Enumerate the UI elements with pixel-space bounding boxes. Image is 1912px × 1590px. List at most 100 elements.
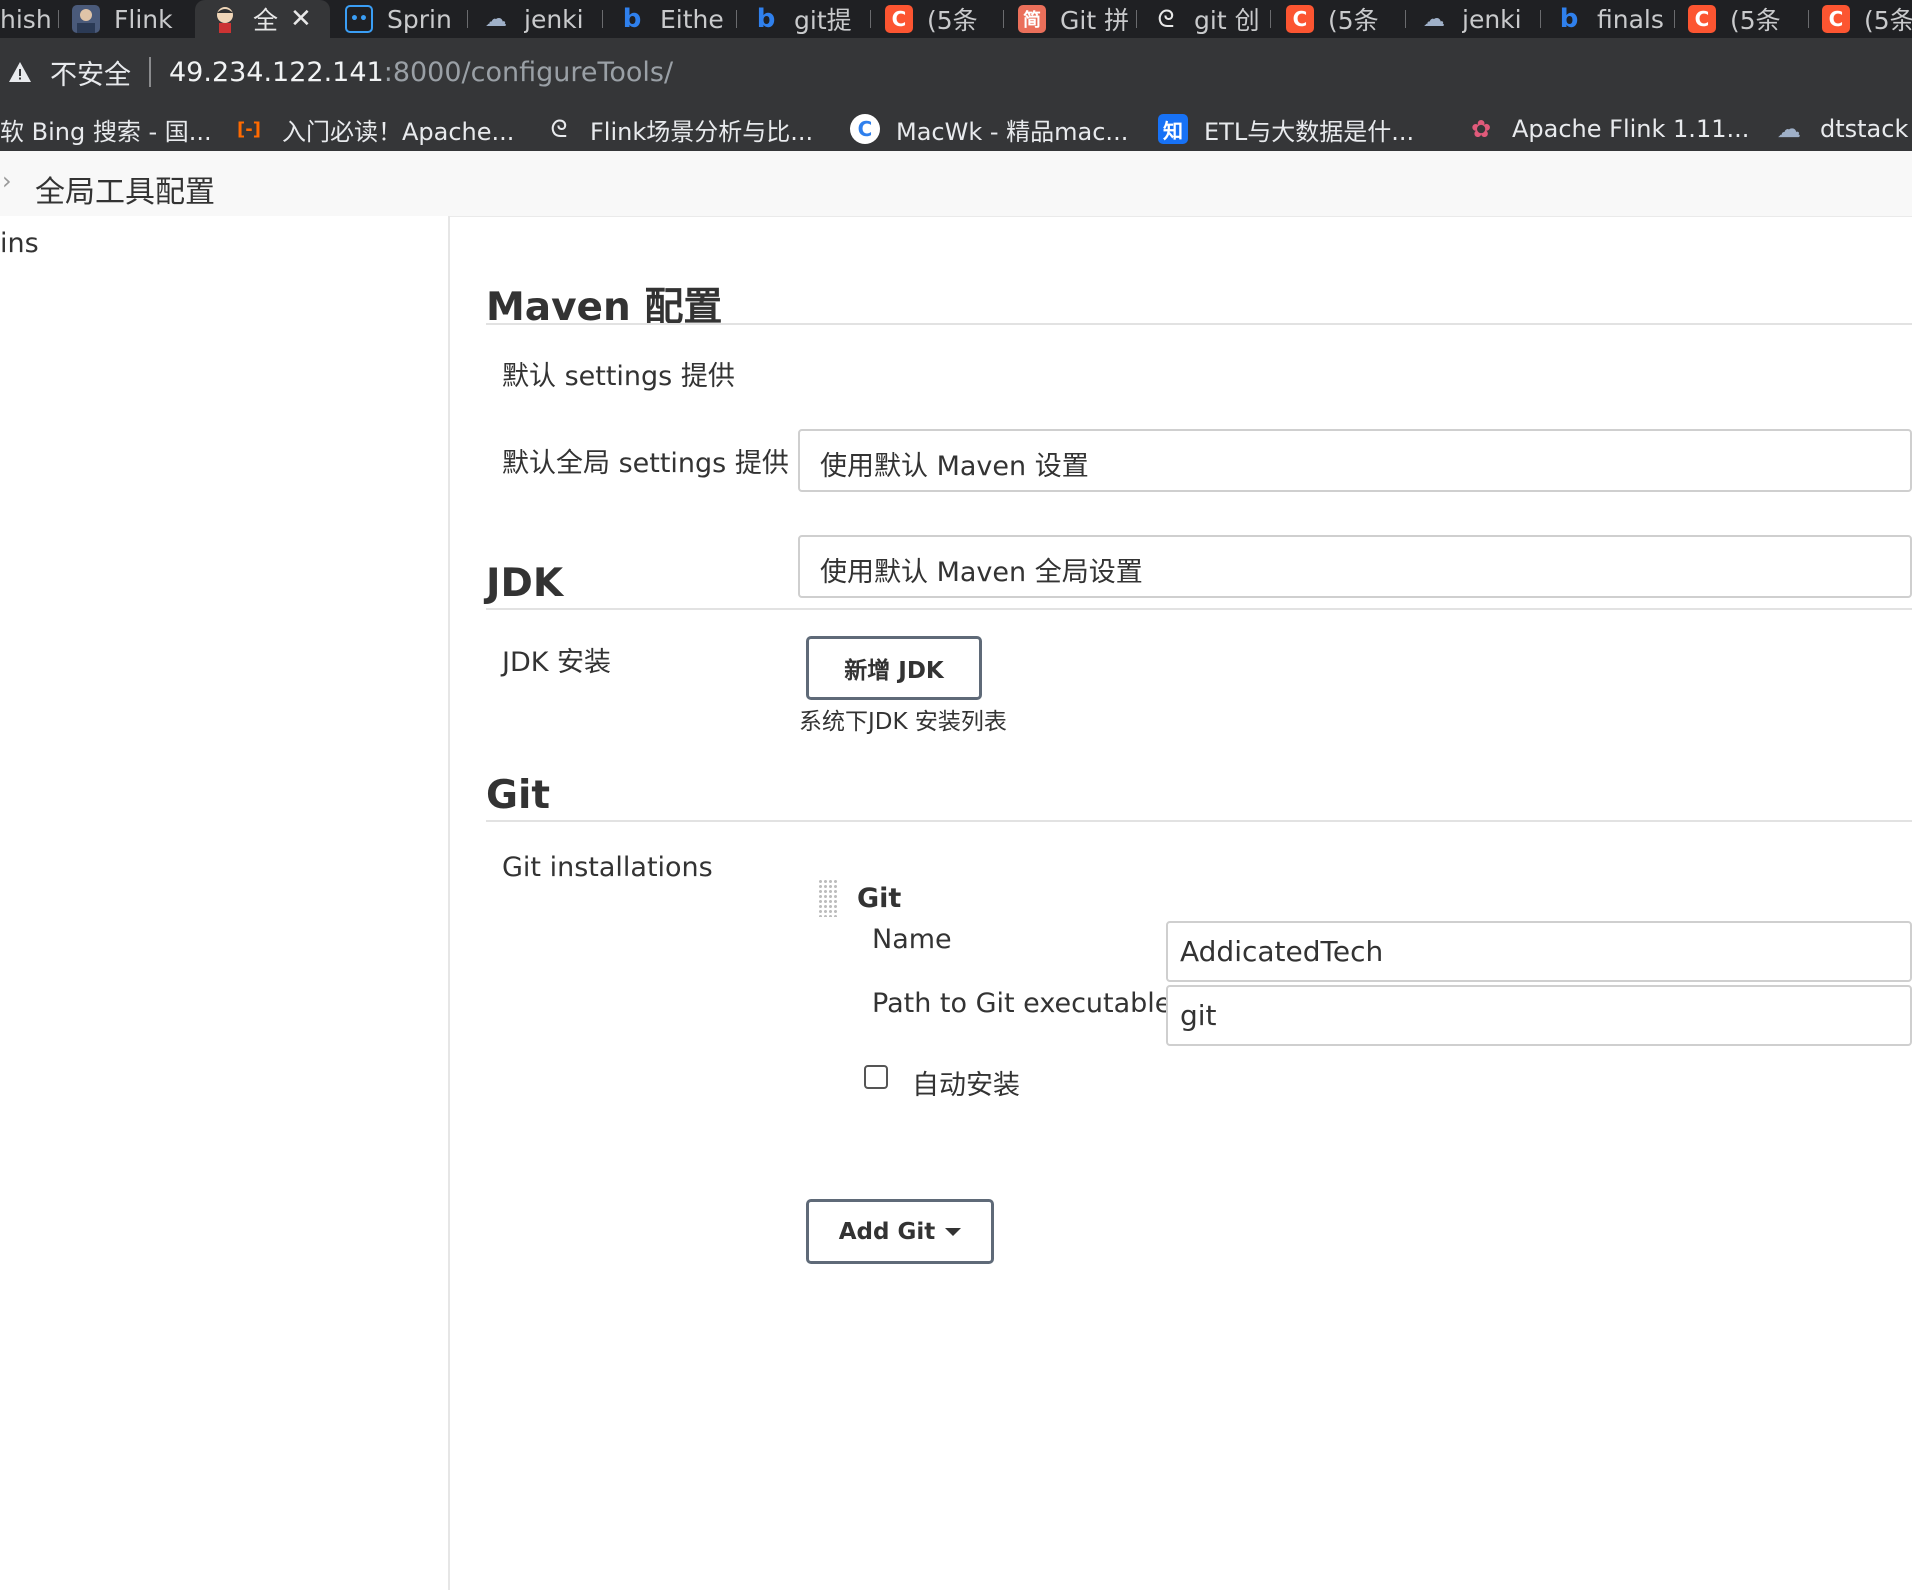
- maven-global-settings-value: 使用默认 Maven 全局设置: [820, 557, 1143, 588]
- tab-separator: [1405, 10, 1406, 28]
- git-name-input[interactable]: [1166, 921, 1912, 982]
- url-path[interactable]: :8000/configureTools/: [384, 57, 673, 88]
- maven-global-settings-select-box[interactable]: 使用默认 Maven 全局设置: [798, 535, 1912, 598]
- bookmark-label: dtstack: [1820, 115, 1909, 143]
- section-divider: [486, 323, 1912, 325]
- drag-handle-icon[interactable]: [818, 879, 838, 917]
- bookmark-bing[interactable]: 软 Bing 搜索 - 国...: [0, 108, 212, 150]
- browser-tab[interactable]: C (5条: [1822, 0, 1912, 38]
- browser-tab[interactable]: C (5条: [1286, 0, 1396, 38]
- auto-install-label[interactable]: 自动安装: [912, 1063, 1020, 1102]
- git-name-label: Name: [872, 924, 952, 955]
- tab-title: jenki: [1462, 4, 1522, 34]
- section-divider: [486, 608, 1912, 610]
- macwk-icon: C: [850, 114, 880, 144]
- tab-title: jenki: [524, 4, 584, 34]
- add-git-button[interactable]: Add Git: [806, 1199, 994, 1264]
- browser-tab-active[interactable]: 全 ✕: [195, 0, 330, 38]
- cloud-icon: ☁: [1777, 115, 1801, 143]
- browser-tab[interactable]: C (5条: [885, 0, 995, 38]
- cloud-icon: ☁: [1423, 6, 1445, 32]
- bookmark-label: 软 Bing 搜索 - 国...: [0, 117, 212, 146]
- browser-tab[interactable]: Flink: [72, 0, 182, 38]
- tab-title: Sprin: [387, 4, 452, 34]
- browser-tab[interactable]: b git提: [752, 0, 862, 38]
- maven-global-settings-label: 默认全局 settings 提供: [502, 448, 789, 479]
- flink-icon: ᘓ: [1157, 5, 1175, 33]
- tab-title: (5条: [927, 6, 978, 35]
- browser-tab[interactable]: •• Sprin: [345, 0, 455, 38]
- csdn-icon: C: [885, 5, 913, 33]
- bilibili-icon: ••: [345, 5, 373, 33]
- bookmark-dtstack[interactable]: ☁ dtstack: [1774, 108, 1908, 150]
- tab-separator: [1136, 10, 1137, 28]
- tab-title: (5条: [1864, 6, 1912, 35]
- browser-tab[interactable]: b Eithe: [618, 0, 728, 38]
- jianshu-icon: 简: [1018, 5, 1046, 33]
- git-path-input[interactable]: [1166, 985, 1912, 1046]
- tab-title: (5条: [1730, 6, 1781, 35]
- git-section-title: Git: [486, 773, 551, 818]
- auto-install-checkbox[interactable]: [864, 1065, 888, 1089]
- bookmark-flink-scenario[interactable]: ᘓ Flink场景分析与比...: [544, 108, 814, 150]
- tab-separator: [1540, 10, 1541, 28]
- section-divider: [486, 820, 1912, 822]
- browser-tab[interactable]: ᘓ git 创: [1152, 0, 1262, 38]
- browser-tab[interactable]: hish: [0, 0, 50, 38]
- warning-icon[interactable]: [8, 60, 32, 84]
- browser-tab[interactable]: 简 Git 拼: [1018, 0, 1128, 38]
- browser-tab[interactable]: ☁ jenki: [482, 0, 592, 38]
- tab-separator: [58, 10, 59, 28]
- tab-separator: [1808, 10, 1809, 28]
- add-jdk-button[interactable]: 新增 JDK: [806, 636, 982, 700]
- tab-title: git提: [794, 6, 852, 35]
- bing-icon: b: [1559, 4, 1579, 34]
- tab-separator: [1003, 10, 1004, 28]
- bookmark-label: MacWk - 精品mac...: [896, 117, 1129, 146]
- maven-settings-label: 默认 settings 提供: [502, 361, 735, 392]
- breadcrumb-item-global-tools[interactable]: 全局工具配置: [35, 167, 215, 211]
- address-bar[interactable]: 不安全 49.234.122.141:8000/configureTools/: [0, 38, 1912, 106]
- close-tab-icon[interactable]: ✕: [290, 4, 312, 34]
- bookmark-etl[interactable]: 知 ETL与大数据是什...: [1158, 108, 1414, 150]
- caret-down-icon: [945, 1227, 962, 1236]
- git-installation-title: Git: [857, 883, 902, 914]
- tab-separator: [736, 10, 737, 28]
- url-host[interactable]: 49.234.122.141: [169, 57, 384, 88]
- csdn-icon: C: [1286, 5, 1314, 33]
- maven-settings-select-box[interactable]: 使用默认 Maven 设置: [798, 429, 1912, 492]
- add-git-label: Add Git: [838, 1218, 936, 1245]
- jdk-install-label: JDK 安装: [502, 647, 612, 678]
- csdn-icon: C: [1822, 5, 1850, 33]
- bing-icon: b: [756, 4, 776, 34]
- bookmark-label: Apache Flink 1.11...: [1512, 115, 1750, 143]
- aliyun-icon: [-]: [237, 118, 261, 140]
- bookmark-apache-flink[interactable]: ✿ Apache Flink 1.11...: [1466, 108, 1749, 150]
- sidebar: ins: [0, 216, 450, 1590]
- breadcrumb: › 全局工具配置: [0, 151, 1912, 217]
- tab-title: Git 拼: [1060, 6, 1128, 35]
- bing-icon: b: [622, 4, 642, 34]
- tab-separator: [467, 10, 468, 28]
- browser-tab[interactable]: ☁ jenki: [1420, 0, 1530, 38]
- insecure-label[interactable]: 不安全: [50, 53, 131, 92]
- tab-title: finals: [1597, 4, 1664, 34]
- chevron-right-icon[interactable]: ›: [2, 167, 12, 195]
- tab-title: Flink: [114, 4, 173, 34]
- bookmark-label: 入门必读！Apache...: [282, 117, 515, 146]
- git-installations-label: Git installations: [502, 852, 713, 883]
- flink-icon: ᘓ: [550, 115, 568, 143]
- tab-separator: [870, 10, 871, 28]
- sidebar-text[interactable]: ins: [0, 228, 39, 259]
- tab-title: git 创: [1194, 6, 1260, 35]
- git-path-label: Path to Git executable: [872, 988, 1172, 1019]
- csdn-icon: C: [1688, 5, 1716, 33]
- browser-tab[interactable]: C (5条: [1688, 0, 1798, 38]
- bookmark-label: Flink场景分析与比...: [590, 117, 814, 146]
- main-content: Maven 配置 默认 settings 提供 默认全局 settings 提供…: [449, 216, 1912, 1590]
- bookmark-apache-intro[interactable]: [-] 入门必读！Apache...: [232, 108, 514, 150]
- browser-tab[interactable]: b finals: [1555, 0, 1665, 38]
- bookmark-macwk[interactable]: C MacWk - 精品mac...: [850, 108, 1128, 150]
- avatar-icon: [72, 5, 100, 33]
- flink-squirrel-icon: ✿: [1470, 115, 1492, 143]
